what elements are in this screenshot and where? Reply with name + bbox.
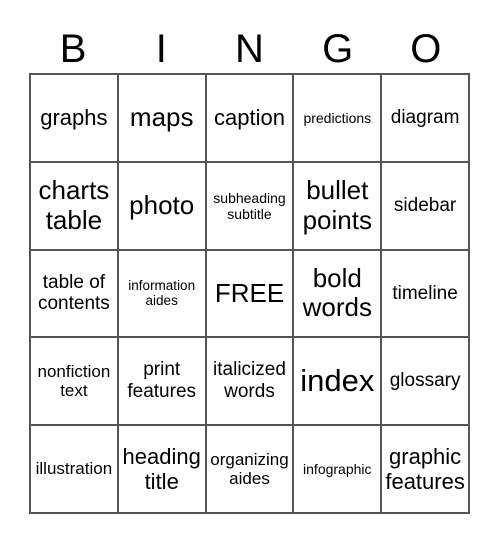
cell-label: sidebar — [393, 194, 457, 216]
cell-label: diagram — [390, 106, 460, 128]
bingo-cell[interactable]: table of contents — [30, 249, 118, 338]
cell-label: infographic — [303, 461, 372, 478]
cell-label: italicized words — [213, 359, 286, 403]
header-letter-g: G — [322, 27, 354, 71]
cell-label: graphic features — [385, 443, 465, 495]
cell-label: information aides — [128, 277, 196, 309]
cell-label: index — [300, 363, 375, 399]
header-letter-n: N — [235, 27, 264, 71]
bingo-cell[interactable]: bold words — [293, 249, 382, 338]
cell-label: graphs — [40, 105, 108, 131]
bingo-grid: graphs maps caption predictions diagram … — [29, 73, 470, 514]
cell-label: table of contents — [37, 271, 110, 315]
bingo-cell[interactable]: index — [293, 337, 382, 426]
header-letter-o: O — [410, 27, 442, 71]
bingo-cell[interactable]: sidebar — [381, 161, 469, 250]
bingo-cell[interactable]: bullet points — [293, 161, 382, 250]
bingo-cell[interactable]: diagram — [381, 74, 469, 162]
cell-label: photo — [129, 189, 195, 220]
cell-label: nonfiction text — [37, 361, 111, 401]
bingo-header: B I N G O — [29, 24, 470, 74]
bingo-cell[interactable]: heading title — [117, 425, 206, 513]
bingo-cell[interactable]: glossary — [381, 337, 469, 426]
cell-label: heading title — [122, 443, 201, 495]
cell-label: bold words — [302, 262, 372, 323]
bingo-cell[interactable]: maps — [117, 74, 206, 162]
bingo-cell[interactable]: timeline — [381, 249, 469, 338]
bingo-cell[interactable]: nonfiction text — [30, 337, 118, 426]
cell-label: print features — [127, 359, 197, 403]
cell-label: bullet points — [302, 174, 372, 235]
bingo-cell[interactable]: graphic features — [381, 425, 469, 513]
cell-label: subheading subtitle — [213, 189, 286, 222]
bingo-cell[interactable]: information aides — [117, 249, 206, 338]
cell-label: charts table — [38, 174, 110, 235]
bingo-cell[interactable]: print features — [117, 337, 206, 426]
bingo-cell[interactable]: organizing aides — [205, 425, 294, 513]
bingo-cell[interactable]: photo — [117, 161, 206, 250]
bingo-cell[interactable]: infographic — [293, 425, 382, 513]
bingo-cell[interactable]: subheading subtitle — [205, 161, 294, 250]
cell-label: caption — [214, 105, 285, 131]
bingo-cell[interactable]: italicized words — [205, 337, 294, 426]
bingo-cell[interactable]: predictions — [293, 74, 382, 162]
header-letter-b: B — [59, 27, 87, 71]
cell-label: glossary — [389, 370, 461, 392]
cell-label: FREE — [214, 277, 285, 308]
cell-label: organizing aides — [210, 449, 289, 489]
cell-label: maps — [129, 101, 194, 132]
cell-label: predictions — [303, 109, 372, 126]
free-space-cell[interactable]: FREE — [205, 249, 294, 338]
bingo-cell[interactable]: graphs — [30, 74, 118, 162]
bingo-cell[interactable]: illustration — [30, 425, 118, 513]
bingo-cell[interactable]: caption — [205, 74, 294, 162]
header-letter-i: I — [155, 27, 167, 71]
bingo-cell[interactable]: charts table — [30, 161, 118, 250]
cell-label: illustration — [35, 459, 113, 479]
cell-label: timeline — [392, 282, 458, 304]
